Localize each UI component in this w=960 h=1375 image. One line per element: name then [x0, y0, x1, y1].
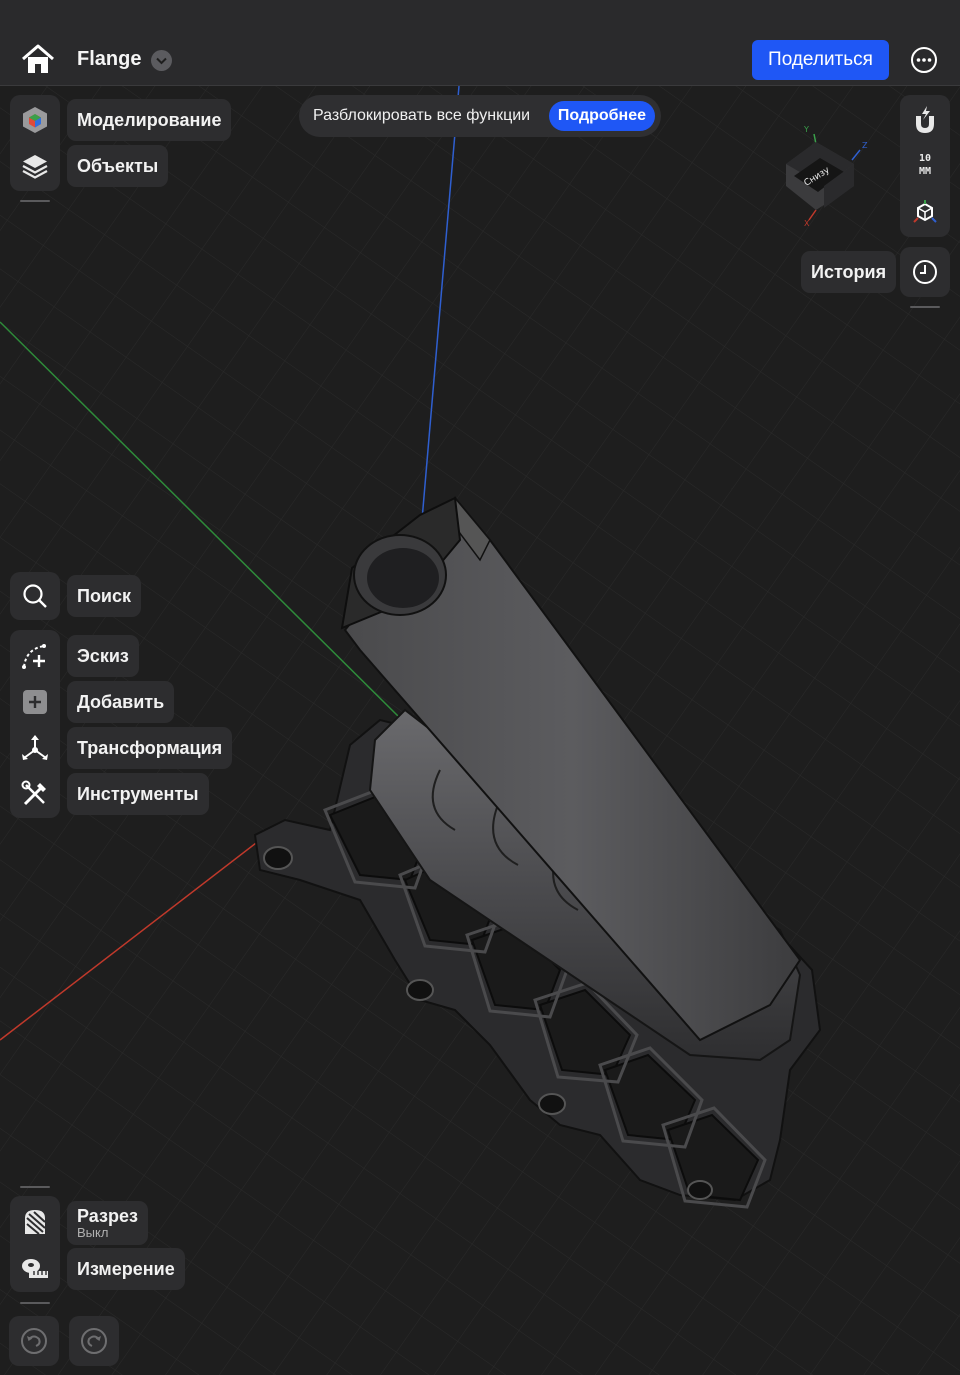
measure-label[interactable]: Измерение — [67, 1248, 185, 1290]
svg-text:X: X — [804, 219, 810, 228]
document-title[interactable]: Flange — [77, 48, 141, 71]
search-icon — [23, 584, 47, 608]
sketch-icon — [22, 644, 46, 669]
section-icon — [25, 1210, 46, 1235]
modeling-label[interactable]: Моделирование — [67, 99, 232, 141]
section-toggle[interactable]: Разрез Выкл — [67, 1201, 148, 1245]
history-button[interactable] — [900, 247, 950, 297]
learn-more-button[interactable]: Подробнее — [548, 101, 655, 131]
divider-bottom — [20, 1302, 50, 1304]
top-bar: Flange Поделиться — [0, 0, 960, 86]
document-menu-button[interactable] — [151, 50, 172, 71]
history-clock-icon — [913, 260, 937, 284]
modeling-cube-icon — [23, 107, 47, 133]
divider-right — [910, 306, 940, 308]
section-button[interactable] — [15, 1202, 55, 1242]
share-button[interactable]: Поделиться — [752, 40, 889, 80]
units-value: 10 — [918, 153, 932, 164]
transform-icon — [22, 735, 48, 760]
modeling-button[interactable] — [15, 100, 55, 140]
tools-icon — [21, 780, 46, 806]
magnet-icon — [916, 106, 934, 133]
objects-label[interactable]: Объекты — [67, 145, 169, 187]
history-label[interactable]: История — [801, 251, 897, 293]
search-button[interactable] — [10, 572, 60, 620]
units-label: ММ — [918, 166, 932, 177]
tools-button[interactable] — [15, 774, 55, 814]
sketch-label[interactable]: Эскиз — [67, 635, 139, 677]
undo-button[interactable] — [9, 1316, 59, 1366]
chevron-down-icon — [156, 57, 167, 65]
search-label[interactable]: Поиск — [67, 575, 142, 617]
add-icon — [23, 690, 47, 714]
home-button[interactable] — [20, 42, 56, 76]
tools-label[interactable]: Инструменты — [67, 773, 209, 815]
origin-icon — [913, 200, 937, 223]
unlock-banner: Разблокировать все функции Подробнее — [299, 95, 661, 137]
add-button[interactable] — [15, 682, 55, 722]
sketch-button[interactable] — [15, 636, 55, 676]
view-cube[interactable]: Y X Z Снизу — [776, 124, 872, 228]
svg-text:Y: Y — [803, 125, 809, 134]
objects-button[interactable] — [15, 146, 55, 186]
measure-button[interactable] — [15, 1248, 55, 1288]
units-button[interactable]: 10 ММ — [900, 152, 950, 178]
divider-bottom-top — [20, 1186, 50, 1188]
home-icon — [22, 44, 54, 73]
add-label[interactable]: Добавить — [67, 681, 175, 723]
section-label: Разрез — [77, 1206, 138, 1226]
layers-icon — [22, 155, 48, 179]
section-state: Выкл — [77, 1225, 109, 1240]
redo-button[interactable] — [69, 1316, 119, 1366]
undo-icon — [21, 1328, 47, 1354]
snap-button[interactable] — [905, 100, 945, 140]
more-icon — [911, 47, 937, 73]
origin-button[interactable] — [905, 192, 945, 232]
divider-top-left — [20, 200, 50, 202]
redo-icon — [81, 1328, 107, 1354]
transform-label[interactable]: Трансформация — [67, 727, 233, 769]
unlock-text: Разблокировать все функции — [313, 107, 531, 124]
measure-icon — [22, 1259, 48, 1278]
more-button[interactable] — [910, 46, 938, 74]
transform-button[interactable] — [15, 728, 55, 768]
svg-text:Z: Z — [862, 141, 868, 150]
